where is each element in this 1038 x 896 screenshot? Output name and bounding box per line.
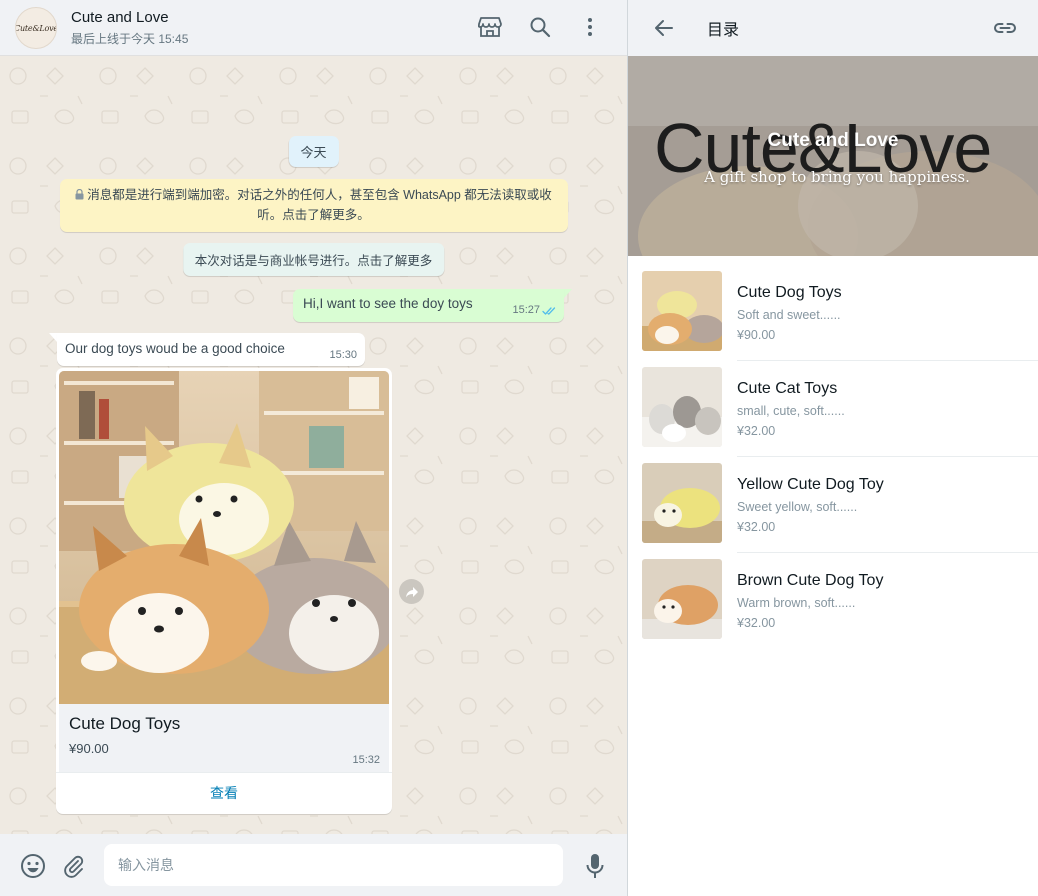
item-price: ¥32.00 [737, 520, 775, 534]
item-description: small, cute, soft...... [737, 404, 845, 418]
lock-icon [75, 187, 84, 206]
catalog-item[interactable]: Yellow Cute Dog Toy Sweet yellow, soft..… [628, 449, 1038, 545]
view-product-button[interactable]: 查看 [56, 772, 392, 814]
message-time: 15:32 [352, 754, 380, 766]
read-receipt-icon [542, 304, 557, 319]
item-description: Soft and sweet...... [737, 308, 841, 322]
product-name: Cute Dog Toys [69, 714, 180, 734]
attach-icon[interactable] [60, 852, 88, 880]
item-thumbnail [642, 271, 722, 351]
compose-bar [0, 834, 627, 896]
menu-icon[interactable] [577, 14, 603, 40]
catalog-icon[interactable] [477, 14, 503, 40]
item-name: Cute Cat Toys [737, 380, 837, 398]
catalog-item[interactable]: Brown Cute Dog Toy Warm brown, soft.....… [628, 545, 1038, 641]
catalog-item[interactable]: Cute Cat Toys small, cute, soft...... ¥3… [628, 353, 1038, 449]
item-thumbnail [642, 367, 722, 447]
product-image[interactable] [59, 371, 389, 704]
item-thumbnail [642, 559, 722, 639]
forward-icon[interactable] [399, 579, 424, 604]
microphone-icon[interactable] [581, 852, 609, 880]
encryption-notice-text: 消息都是进行端到端加密。对话之外的任何人，甚至包含 WhatsApp 都无法读取… [87, 188, 552, 222]
catalog-item[interactable]: Cute Dog Toys Soft and sweet...... ¥90.0… [628, 257, 1038, 353]
catalog-header: 目录 [628, 0, 1038, 56]
bubble-tail [49, 333, 57, 342]
message-time: 15:30 [329, 349, 357, 361]
message-time: 15:27 [512, 304, 540, 316]
bubble-tail [564, 289, 572, 298]
message-text: Hi,I want to see the doy toys [303, 296, 473, 311]
item-description: Warm brown, soft...... [737, 596, 855, 610]
business-account-notice[interactable]: 本次对话是与商业帐号进行。点击了解更多 [183, 243, 445, 276]
back-arrow-icon[interactable] [652, 16, 676, 40]
incoming-message[interactable]: Our dog toys woud be a good choice 15:30 [57, 333, 365, 366]
chat-panel: Cute&Love Cute and Love 最后上线于今天 15:45 [0, 0, 627, 896]
catalog-panel: 目录 Cute&Love Cute and Love A gift shop t… [628, 0, 1038, 896]
item-price: ¥90.00 [737, 328, 775, 342]
product-message-card[interactable]: Cute Dog Toys ¥90.00 15:32 查看 [56, 368, 392, 814]
chat-messages-area[interactable]: 今天 消息都是进行端到端加密。对话之外的任何人，甚至包含 WhatsApp 都无… [0, 56, 627, 834]
contact-name[interactable]: Cute and Love [71, 9, 169, 26]
item-price: ¥32.00 [737, 424, 775, 438]
catalog-cover-image: Cute&Love Cute and Love A gift shop to b… [628, 56, 1038, 256]
product-price: ¥90.00 [69, 741, 109, 756]
outgoing-message[interactable]: Hi,I want to see the doy toys 15:27 [293, 289, 564, 322]
message-input[interactable] [104, 844, 563, 886]
contact-status: 最后上线于今天 15:45 [71, 30, 188, 47]
link-icon[interactable] [992, 16, 1018, 40]
item-price: ¥32.00 [737, 616, 775, 630]
product-info[interactable]: Cute Dog Toys ¥90.00 15:32 [59, 704, 389, 772]
message-text: Our dog toys woud be a good choice [65, 341, 285, 356]
chat-header[interactable]: Cute&Love Cute and Love 最后上线于今天 15:45 [0, 0, 627, 56]
shop-name: Cute and Love [628, 130, 1038, 152]
item-thumbnail [642, 463, 722, 543]
date-divider: 今天 [288, 136, 338, 167]
item-name: Yellow Cute Dog Toy [737, 476, 884, 494]
avatar-logo-text: Cute&Love [15, 24, 57, 33]
item-description: Sweet yellow, soft...... [737, 500, 857, 514]
emoji-icon[interactable] [19, 852, 47, 880]
item-name: Cute Dog Toys [737, 284, 842, 302]
search-icon[interactable] [527, 14, 553, 40]
item-name: Brown Cute Dog Toy [737, 572, 883, 590]
catalog-title: 目录 [707, 16, 739, 40]
encryption-notice[interactable]: 消息都是进行端到端加密。对话之外的任何人，甚至包含 WhatsApp 都无法读取… [60, 179, 568, 232]
avatar[interactable]: Cute&Love [15, 7, 57, 49]
shop-tagline: A gift shop to bring you happiness. [628, 168, 1038, 186]
